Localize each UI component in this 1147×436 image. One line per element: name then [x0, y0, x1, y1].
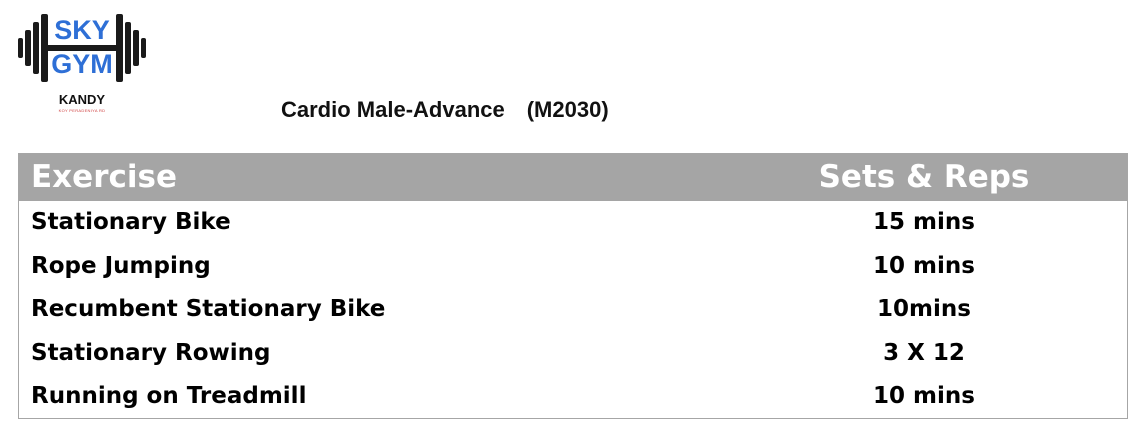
table-row: Stationary Rowing 3 X 12 [19, 332, 1127, 376]
sets-reps-value: 3 X 12 [883, 339, 965, 366]
table-row: Rope Jumping 10 mins [19, 245, 1127, 289]
sky-gym-logo: SKY GYM KANDY KOY PERADENIYA RD [16, 8, 148, 118]
logo-tagline: KOY PERADENIYA RD [58, 108, 106, 113]
dumbbell-icon: SKY GYM [18, 14, 146, 82]
sets-reps-value: 10mins [877, 296, 971, 322]
header-exercise: Exercise [31, 159, 177, 195]
program-title: Cardio Male-Advance (M2030) [281, 97, 609, 123]
sets-reps-value: 10 mins [873, 252, 975, 279]
sets-reps-value: 10 mins [873, 383, 975, 409]
exercise-name: Running on Treadmill [31, 383, 307, 409]
exercise-name: Rope Jumping [31, 252, 211, 279]
exercise-name: Stationary Rowing [31, 339, 271, 366]
program-code: (M2030) [526, 97, 609, 122]
exercise-name: Stationary Bike [31, 209, 231, 235]
logo-sky-text: SKY [54, 15, 110, 45]
exercise-table: Exercise Sets & Reps Stationary Bike 15 … [18, 153, 1128, 419]
header-sets-reps: Sets & Reps [818, 159, 1030, 195]
logo-gym-text: GYM [51, 49, 113, 79]
table-header: Exercise Sets & Reps [19, 154, 1127, 201]
program-name: Cardio Male-Advance [281, 97, 505, 122]
logo-location: KANDY [58, 92, 106, 107]
table-row: Running on Treadmill 10 mins [19, 375, 1127, 419]
sets-reps-value: 15 mins [873, 209, 975, 235]
table-row: Stationary Bike 15 mins [19, 201, 1127, 245]
exercise-name: Recumbent Stationary Bike [31, 296, 386, 322]
table-row: Recumbent Stationary Bike 10mins [19, 288, 1127, 332]
